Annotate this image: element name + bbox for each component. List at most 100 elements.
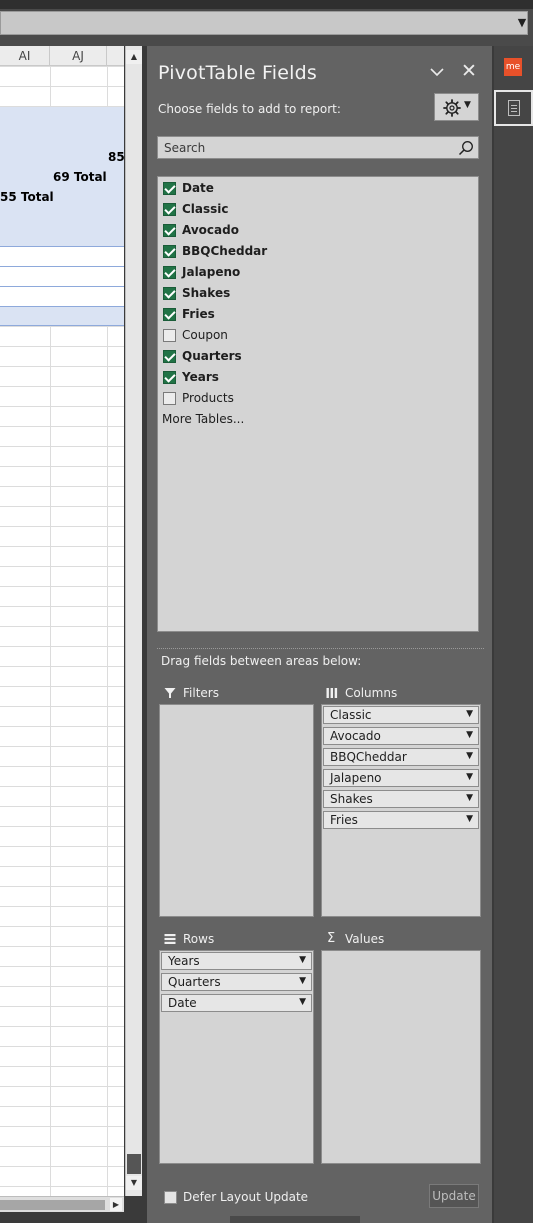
document-icon [508, 100, 520, 116]
rows-drop-area[interactable]: Years ▼ Quarters ▼ Date ▼ [159, 950, 314, 1164]
field-checkbox[interactable] [163, 224, 176, 237]
rows-field-chip[interactable]: Quarters ▼ [161, 973, 312, 991]
chevron-down-icon[interactable]: ▼ [466, 772, 473, 782]
field-label: Classic [182, 202, 229, 216]
update-button[interactable]: Update [429, 1184, 479, 1208]
formula-expand-icon[interactable]: ▼ [515, 15, 529, 31]
column-header-aj[interactable]: AJ [50, 46, 107, 66]
scroll-right-icon[interactable]: ▶ [110, 1198, 122, 1211]
column-header-ai[interactable]: AI [0, 46, 50, 66]
scroll-up-icon[interactable]: ▲ [126, 50, 142, 64]
field-checkbox[interactable] [163, 350, 176, 363]
field-checkbox[interactable] [163, 245, 176, 258]
scroll-thumb[interactable] [127, 1154, 141, 1174]
rows-icon [164, 934, 176, 944]
values-area-label: Values [345, 932, 385, 946]
columns-field-chip[interactable]: Classic ▼ [323, 706, 479, 724]
status-strip [230, 1216, 360, 1223]
field-item[interactable]: BBQCheddar [163, 242, 463, 263]
pivot-row[interactable] [0, 286, 124, 306]
chevron-down-icon[interactable]: ▼ [466, 730, 473, 740]
field-checkbox[interactable] [163, 182, 176, 195]
chevron-down-icon[interactable]: ▼ [299, 976, 306, 986]
field-item[interactable]: Shakes [163, 284, 463, 305]
field-item[interactable]: Date [163, 179, 463, 200]
columns-area-label: Columns [345, 686, 398, 700]
defer-label: Defer Layout Update [183, 1190, 309, 1204]
chevron-down-icon[interactable]: ▼ [299, 997, 306, 1007]
pivot-row[interactable] [0, 266, 124, 286]
pivot-row[interactable] [0, 306, 124, 326]
close-icon[interactable]: ✕ [461, 61, 477, 81]
field-checkbox[interactable] [163, 308, 176, 321]
columns-field-chip[interactable]: Jalapeno ▼ [323, 769, 479, 787]
defer-checkbox[interactable] [164, 1191, 177, 1204]
chip-label: Years [168, 954, 200, 968]
column-headers: AI AJ [0, 46, 124, 66]
pivot-cell[interactable]: 69 Total [53, 170, 107, 184]
chip-label: Avocado [330, 729, 381, 743]
excel-window: ▼ AI AJ 85 69 Total 55 Total ▲ ▼ ▶ Pivot… [0, 0, 533, 1223]
pivot-pane-toggle[interactable] [494, 90, 533, 126]
field-item[interactable]: Classic [163, 200, 463, 221]
pivot-row[interactable] [0, 246, 124, 266]
rows-area-label: Rows [183, 932, 215, 946]
chip-label: Classic [330, 708, 372, 722]
values-drop-area[interactable] [321, 950, 481, 1164]
chevron-down-icon[interactable]: ▼ [466, 751, 473, 761]
pivot-cell[interactable]: 55 Total [0, 190, 54, 204]
columns-field-chip[interactable]: Shakes ▼ [323, 790, 479, 808]
vertical-scrollbar[interactable]: ▲ ▼ [125, 46, 142, 1196]
pivot-cell[interactable]: 85 [108, 150, 124, 164]
columns-field-chip[interactable]: BBQCheddar ▼ [323, 748, 479, 766]
field-item[interactable]: Jalapeno [163, 263, 463, 284]
chevron-down-icon[interactable]: ▼ [466, 709, 473, 719]
field-list: More Tables... Date Classic Avocado BBQChed… [157, 176, 479, 632]
gear-icon [443, 99, 461, 117]
filters-drop-area[interactable] [159, 704, 314, 917]
section-divider[interactable] [157, 648, 484, 649]
field-checkbox[interactable] [163, 392, 176, 405]
chevron-down-icon[interactable]: ▼ [466, 793, 473, 803]
side-rail: me [494, 46, 533, 1223]
field-item[interactable]: Avocado [163, 221, 463, 242]
field-item[interactable]: Coupon [163, 326, 463, 347]
chevron-down-icon[interactable] [429, 64, 445, 80]
field-label: Shakes [182, 286, 231, 300]
columns-field-chip[interactable]: Avocado ▼ [323, 727, 479, 745]
chip-label: Quarters [168, 975, 221, 989]
scroll-down-icon[interactable]: ▼ [126, 1176, 142, 1190]
scroll-thumb[interactable] [0, 1200, 105, 1210]
search-input[interactable] [158, 137, 453, 158]
field-checkbox[interactable] [163, 329, 176, 342]
columns-field-chip[interactable]: Fries ▼ [323, 811, 479, 829]
columns-drop-area[interactable]: Classic ▼ Avocado ▼ BBQCheddar ▼ Jalapeno ▼ Shak… [321, 704, 481, 917]
field-item[interactable]: Fries [163, 305, 463, 326]
field-label: Quarters [182, 349, 242, 363]
rows-field-chip[interactable]: Years ▼ [161, 952, 312, 970]
formula-input[interactable] [0, 11, 528, 35]
field-item[interactable]: Products [163, 389, 463, 410]
chevron-down-icon[interactable]: ▼ [299, 955, 306, 965]
field-checkbox[interactable] [163, 371, 176, 384]
dropdown-arrow-icon: ▼ [464, 100, 471, 110]
search-icon[interactable] [458, 140, 474, 156]
chevron-down-icon[interactable]: ▼ [466, 814, 473, 824]
defer-layout-update[interactable]: Defer Layout Update [164, 1189, 364, 1207]
more-tables-link[interactable]: More Tables... [162, 412, 244, 426]
ribbon-edge [0, 0, 533, 9]
field-checkbox[interactable] [163, 266, 176, 279]
add-in-icon[interactable]: me [504, 58, 522, 76]
horizontal-scrollbar[interactable]: ▶ [0, 1196, 124, 1212]
worksheet-grid[interactable]: AI AJ 85 69 Total 55 Total [0, 46, 124, 1196]
filters-area-label: Filters [183, 686, 219, 700]
field-label: Coupon [182, 328, 228, 342]
field-checkbox[interactable] [163, 203, 176, 216]
rows-field-chip[interactable]: Date ▼ [161, 994, 312, 1012]
field-checkbox[interactable] [163, 287, 176, 300]
tools-button[interactable]: ▼ [434, 93, 479, 121]
columns-icon [326, 688, 338, 698]
field-item[interactable]: Years [163, 368, 463, 389]
field-search-box[interactable] [157, 136, 479, 159]
field-item[interactable]: Quarters [163, 347, 463, 368]
